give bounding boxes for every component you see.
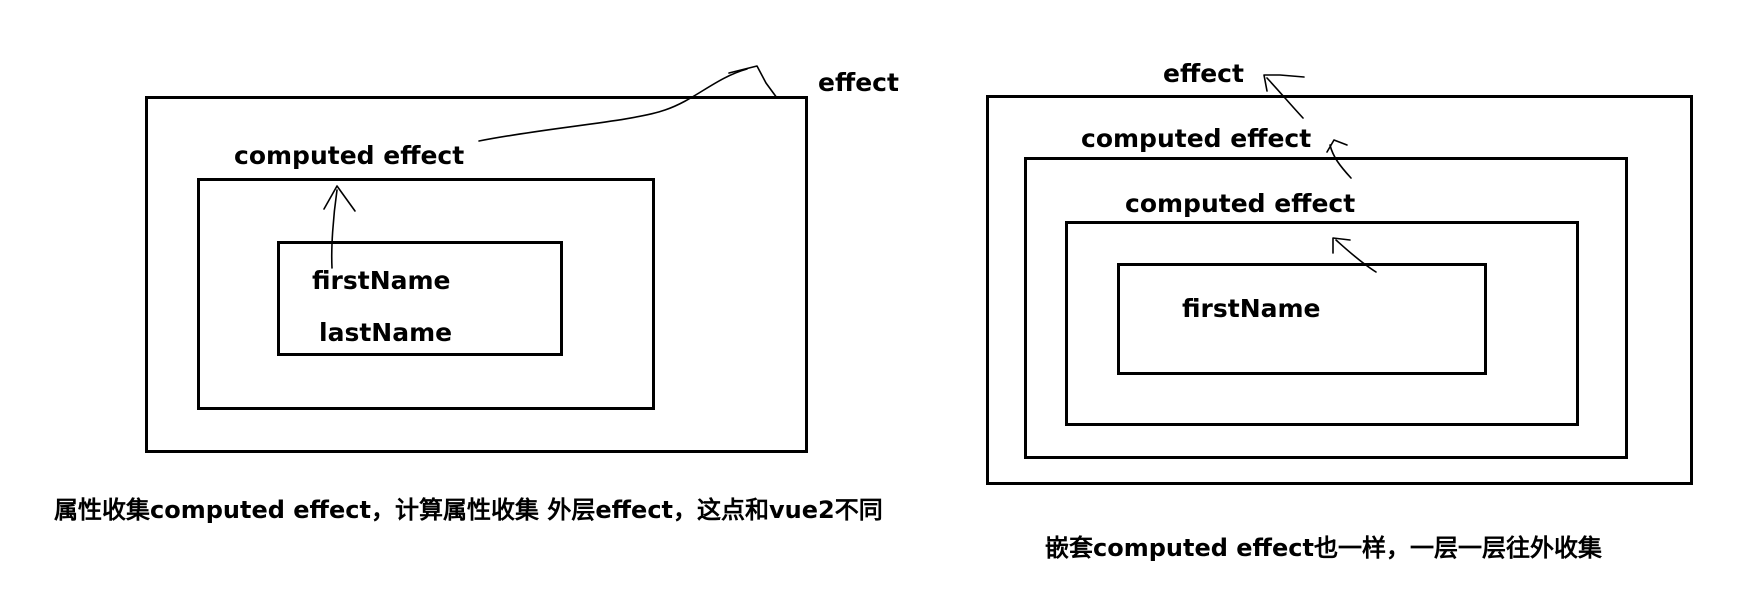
arrow-computed-to-effect-right	[1266, 77, 1304, 119]
arrowhead-computed2	[1326, 139, 1348, 153]
arrow-computed-to-effect	[478, 68, 748, 142]
arrow-firstname-to-computed	[330, 189, 338, 269]
arrow-inner-to-computed	[1335, 239, 1377, 273]
arrowhead-effect-right	[1263, 74, 1305, 92]
arrowhead-computed	[323, 185, 356, 212]
arrowhead-effect	[728, 65, 778, 99]
arrow-computed-to-computed	[1329, 144, 1352, 179]
arrow-strokes	[323, 65, 1377, 273]
